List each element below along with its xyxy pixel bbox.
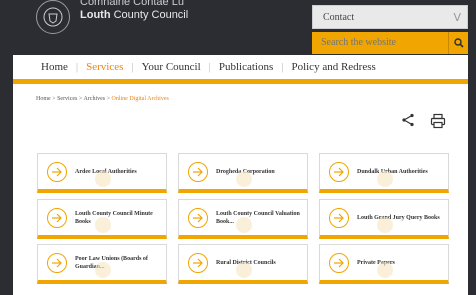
archive-card-ardee[interactable]: Ardee Local Authorities: [37, 153, 167, 193]
breadcrumb: Home > Services > Archives > Online Digi…: [36, 96, 169, 102]
council-name[interactable]: Comhairle Contae Lú Louth County Council: [80, 0, 188, 22]
breadcrumb-home[interactable]: Home: [36, 96, 51, 102]
archive-card-private-papers[interactable]: Private Papers: [319, 244, 449, 284]
arrow-right-circle-icon: [188, 207, 208, 228]
nav-services[interactable]: Services: [78, 61, 131, 73]
breadcrumb-separator: >: [106, 96, 111, 102]
watermark-icon: [377, 262, 393, 278]
arrow-right-circle-icon: [188, 161, 208, 182]
breadcrumb-archives[interactable]: Archives: [83, 96, 105, 102]
arrow-right-circle-icon: [329, 207, 349, 228]
watermark-icon: [95, 217, 111, 233]
arrow-right-circle-icon: [47, 161, 67, 182]
breadcrumb-separator: >: [78, 96, 83, 102]
nav-home[interactable]: Home: [33, 61, 76, 73]
brand-rest: County Council: [110, 9, 189, 21]
card-label: Louth County Council Minute Books: [75, 210, 153, 225]
brand-irish-name: Comhairle Contae Lú: [80, 0, 184, 8]
card-label: Louth County Council Valuation Book...: [216, 210, 300, 225]
archive-card-minute-books[interactable]: Louth County Council Minute Books: [37, 199, 167, 239]
archive-card-drogheda[interactable]: Drogheda Corporation: [178, 153, 308, 193]
brand-bold-word: Louth: [80, 9, 111, 21]
council-crest-logo[interactable]: [36, 0, 70, 34]
card-label: Poor Law Unions (Boards of Guardian...: [75, 255, 148, 270]
watermark-icon: [236, 171, 252, 187]
breadcrumb-current: Online Digital Archives: [111, 96, 169, 102]
watermark-icon: [95, 262, 111, 278]
breadcrumb-services[interactable]: Services: [57, 96, 77, 102]
search-input[interactable]: [312, 32, 448, 54]
chevron-down-icon: V: [453, 10, 461, 24]
card-label: Dundalk Urban Authorities: [357, 168, 428, 175]
watermark-icon: [236, 262, 252, 278]
crest-icon: [43, 7, 63, 27]
contact-label: Contact: [323, 11, 355, 23]
search-button[interactable]: [448, 32, 468, 54]
share-icon[interactable]: [401, 113, 415, 132]
search-bar: [312, 32, 468, 54]
arrow-right-circle-icon: [47, 207, 67, 228]
watermark-icon: [236, 217, 252, 233]
arrow-right-circle-icon: [47, 252, 67, 273]
nav-policy-redress[interactable]: Policy and Redress: [283, 61, 383, 73]
contact-dropdown[interactable]: Contact V: [312, 5, 468, 29]
brand-english-name: Louth County Council: [80, 9, 188, 22]
arrow-right-circle-icon: [329, 252, 349, 273]
arrow-right-circle-icon: [188, 252, 208, 273]
archive-card-rural-district[interactable]: Rural District Councils: [178, 244, 308, 284]
archive-card-poor-law[interactable]: Poor Law Unions (Boards of Guardian...: [37, 244, 167, 284]
breadcrumb-separator: >: [52, 96, 56, 102]
main-content: Home > Services > Archives > Online Digi…: [13, 84, 468, 295]
main-nav: Home | Services | Your Council | Publica…: [13, 55, 468, 79]
archive-card-grand-jury[interactable]: Louth Grand Jury Query Books: [319, 199, 449, 239]
archive-card-dundalk[interactable]: Dundalk Urban Authorities: [319, 153, 449, 193]
watermark-icon: [377, 217, 393, 233]
archive-card-valuation-books[interactable]: Louth County Council Valuation Book...: [178, 199, 308, 239]
nav-your-council[interactable]: Your Council: [134, 61, 209, 73]
nav-publications[interactable]: Publications: [211, 61, 281, 73]
card-label: Louth Grand Jury Query Books: [357, 214, 440, 221]
watermark-icon: [377, 171, 393, 187]
arrow-right-circle-icon: [329, 161, 349, 182]
search-icon: [453, 38, 464, 48]
page-margin: [0, 52, 13, 295]
watermark-icon: [95, 171, 111, 187]
print-icon[interactable]: [430, 113, 446, 134]
